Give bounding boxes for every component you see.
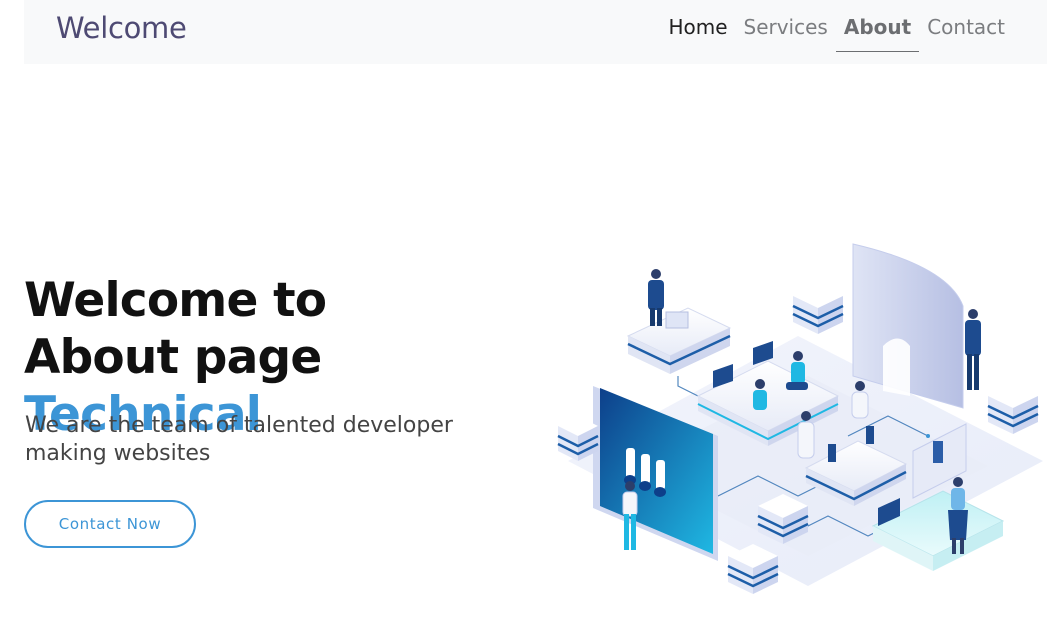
hero-title-text: Welcome to About page (24, 273, 327, 385)
isometric-tech-team-icon (557, 243, 1043, 594)
navbar: Welcome Home Services About Contact (24, 0, 1047, 64)
nav-link-home[interactable]: Home (660, 0, 735, 52)
tech-team-illustration (548, 236, 1053, 606)
nav-link-contact[interactable]: Contact (919, 0, 1013, 52)
nav-link-services[interactable]: Services (736, 0, 836, 52)
contact-now-button[interactable]: Contact Now (24, 500, 196, 548)
brand-link[interactable]: Welcome (56, 11, 187, 45)
nav-menu: Home Services About Contact (660, 0, 1013, 64)
hero-subtitle: We are the team of talented developer ma… (25, 413, 453, 466)
nav-link-about[interactable]: About (835, 0, 920, 52)
